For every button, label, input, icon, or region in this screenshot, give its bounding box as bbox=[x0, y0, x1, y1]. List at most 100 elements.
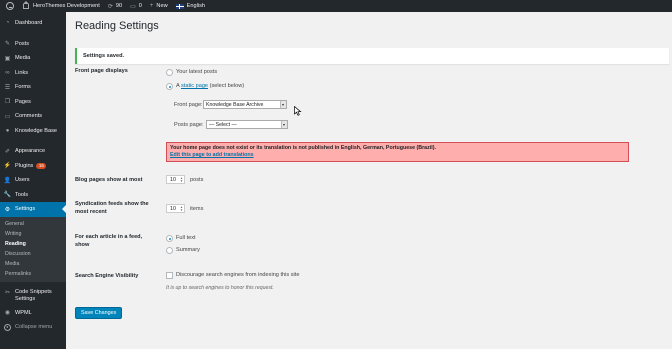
sidebar-item-media[interactable]: ▣ Media bbox=[0, 51, 66, 66]
static-page-link[interactable]: static page bbox=[181, 83, 208, 89]
sidebar-item-label: Plugins bbox=[15, 162, 34, 169]
discourage-search-engines-label: Discourage search engines from indexing … bbox=[176, 272, 300, 278]
wordpress-logo-icon[interactable] bbox=[6, 2, 14, 10]
sidebar-item-pages[interactable]: ❐ Pages bbox=[0, 95, 66, 110]
notice-text: Settings saved. bbox=[83, 53, 125, 59]
front-page-displays-label: Front page displays bbox=[75, 68, 128, 74]
syndication-input[interactable]: 10 ▲ ▼ bbox=[166, 204, 185, 213]
collapse-arrow-icon bbox=[4, 323, 11, 331]
plugins-update-badge: 15 bbox=[36, 162, 47, 169]
summary-radio[interactable] bbox=[166, 247, 173, 254]
chevron-down-icon bbox=[280, 101, 286, 108]
sidebar-item-knowledge-base[interactable]: ● Knowledge Base bbox=[0, 124, 66, 139]
submenu-item-permalinks[interactable]: Permalinks bbox=[0, 269, 66, 279]
sidebar-item-label: Forms bbox=[15, 84, 31, 91]
updates-link[interactable]: ⟳ 90 bbox=[108, 3, 122, 10]
sidebar-item-label: Tools bbox=[15, 191, 29, 198]
sidebar-item-links[interactable]: ∞ Links bbox=[0, 66, 66, 81]
syndication-label: Syndication feeds show the most recent bbox=[75, 201, 149, 216]
comment-icon: ▭ bbox=[130, 3, 136, 10]
site-name: HeroThemes Development bbox=[33, 3, 100, 9]
site-name-link[interactable]: HeroThemes Development bbox=[23, 0, 100, 9]
chevron-down-icon bbox=[281, 121, 287, 128]
pin-icon: ✎ bbox=[4, 41, 11, 48]
edit-translations-link[interactable]: Edit this page to add translations bbox=[170, 152, 254, 158]
forms-icon: ☰ bbox=[4, 84, 11, 91]
admin-bar: HeroThemes Development ⟳ 90 ▭ 0 + New En… bbox=[0, 0, 672, 12]
plus-icon: + bbox=[149, 3, 154, 9]
article-feed-label-line1: For each article in a feed, bbox=[75, 234, 143, 240]
sidebar-item-label: Posts bbox=[15, 40, 29, 47]
sidebar-item-wpml[interactable]: ◉ WPML bbox=[0, 306, 66, 321]
uk-flag-icon bbox=[175, 3, 184, 9]
sidebar-item-users[interactable]: 👤 Users bbox=[0, 173, 66, 188]
sidebar-item-posts[interactable]: ✎ Posts bbox=[0, 37, 66, 52]
submenu-item-writing[interactable]: Writing bbox=[0, 229, 66, 239]
media-icon: ▣ bbox=[4, 55, 11, 62]
article-feed-label: For each article in a feed, show bbox=[75, 234, 142, 249]
sidebar-item-label: WPML bbox=[15, 309, 32, 316]
new-content-link[interactable]: + New bbox=[150, 3, 168, 9]
wpml-icon: ◉ bbox=[4, 310, 11, 317]
posts-page-select-label: Posts page: bbox=[174, 122, 204, 128]
users-icon: 👤 bbox=[3, 177, 12, 184]
code-snippets-label: Code Snippets bbox=[15, 288, 52, 295]
static-page-radio[interactable] bbox=[166, 83, 173, 90]
submenu-item-reading[interactable]: Reading bbox=[0, 239, 66, 249]
sidebar-item-dashboard[interactable]: ◔ Dashboard bbox=[0, 16, 66, 31]
collapse-menu-button[interactable]: Collapse menu bbox=[0, 320, 66, 334]
knowledge-base-icon: ● bbox=[5, 127, 10, 134]
submenu-item-media[interactable]: Media bbox=[0, 259, 66, 269]
page-title: Reading Settings bbox=[75, 20, 159, 32]
blog-pages-input[interactable]: 10 ▲ ▼ bbox=[166, 175, 185, 184]
syndication-label-line1: Syndication feeds show the bbox=[75, 201, 149, 207]
sidebar-item-label: Pages bbox=[15, 98, 31, 105]
posts-page-select[interactable]: — Select — bbox=[206, 120, 288, 129]
settings-saved-notice: Settings saved. bbox=[75, 48, 669, 64]
error-message: Your home page does not exist or its tra… bbox=[170, 145, 436, 151]
static-page-suffix: (select below) bbox=[208, 83, 245, 89]
plugins-icon: ⚡ bbox=[3, 163, 12, 170]
latest-posts-radio[interactable] bbox=[166, 69, 173, 76]
admin-sidebar: ◔ Dashboard ✎ Posts ▣ Media ∞ Links ☰ Fo… bbox=[0, 12, 66, 349]
updates-icon: ⟳ bbox=[107, 3, 113, 10]
sidebar-item-comments[interactable]: ▭ Comments bbox=[0, 109, 66, 124]
syndication-unit: items bbox=[190, 206, 204, 212]
mouse-cursor-icon bbox=[294, 106, 302, 116]
blog-pages-value: 10 bbox=[170, 176, 176, 183]
blog-pages-unit: posts bbox=[190, 177, 204, 183]
search-engine-description: It is up to search engines to honor this… bbox=[166, 285, 274, 291]
sidebar-item-label: Media bbox=[15, 55, 31, 62]
sidebar-item-settings[interactable]: ⚙ Settings bbox=[0, 202, 66, 217]
front-page-select-value: Knowledge Base Archive bbox=[206, 101, 264, 108]
comments-count: 0 bbox=[138, 3, 142, 9]
code-snippets-icon: ✂ bbox=[4, 289, 11, 296]
static-page-label: A static page (select below) bbox=[176, 83, 244, 89]
code-snippets-label-line2: Settings bbox=[15, 295, 36, 302]
syndication-label-line2: most recent bbox=[75, 208, 107, 215]
save-changes-button[interactable]: Save Changes bbox=[75, 307, 123, 319]
new-label: New bbox=[156, 3, 168, 9]
sidebar-item-tools[interactable]: 🔧 Tools bbox=[0, 188, 66, 203]
sidebar-item-label: Comments bbox=[15, 113, 43, 120]
sidebar-item-plugins[interactable]: ⚡ Plugins 15 bbox=[0, 159, 66, 174]
submenu-item-general[interactable]: General bbox=[0, 219, 66, 229]
full-text-radio[interactable] bbox=[166, 235, 173, 242]
front-page-select[interactable]: Knowledge Base Archive bbox=[203, 100, 287, 109]
comments-link[interactable]: ▭ 0 bbox=[130, 3, 142, 10]
sidebar-item-code-snippets[interactable]: ✂ Code Snippets Settings bbox=[0, 286, 66, 306]
stepper-arrows-icon: ▲ ▼ bbox=[180, 176, 183, 183]
sidebar-item-appearance[interactable]: ✐ Appearance bbox=[0, 144, 66, 159]
language-switcher[interactable]: English bbox=[175, 3, 205, 9]
blog-pages-label: Blog pages show at most bbox=[75, 177, 143, 183]
sidebar-item-label: Code Snippets Settings bbox=[15, 289, 52, 303]
submenu-item-discussion[interactable]: Discussion bbox=[0, 249, 66, 259]
latest-posts-label: Your latest posts bbox=[176, 69, 218, 75]
sidebar-item-label: Appearance bbox=[15, 148, 46, 155]
collapse-menu-label: Collapse menu bbox=[15, 324, 53, 330]
article-feed-label-line2: show bbox=[75, 241, 90, 248]
sidebar-item-forms[interactable]: ☰ Forms bbox=[0, 80, 66, 95]
front-page-select-label: Front page: bbox=[174, 102, 203, 108]
posts-page-select-value: — Select — bbox=[209, 121, 237, 128]
discourage-search-engines-checkbox[interactable] bbox=[166, 272, 173, 279]
